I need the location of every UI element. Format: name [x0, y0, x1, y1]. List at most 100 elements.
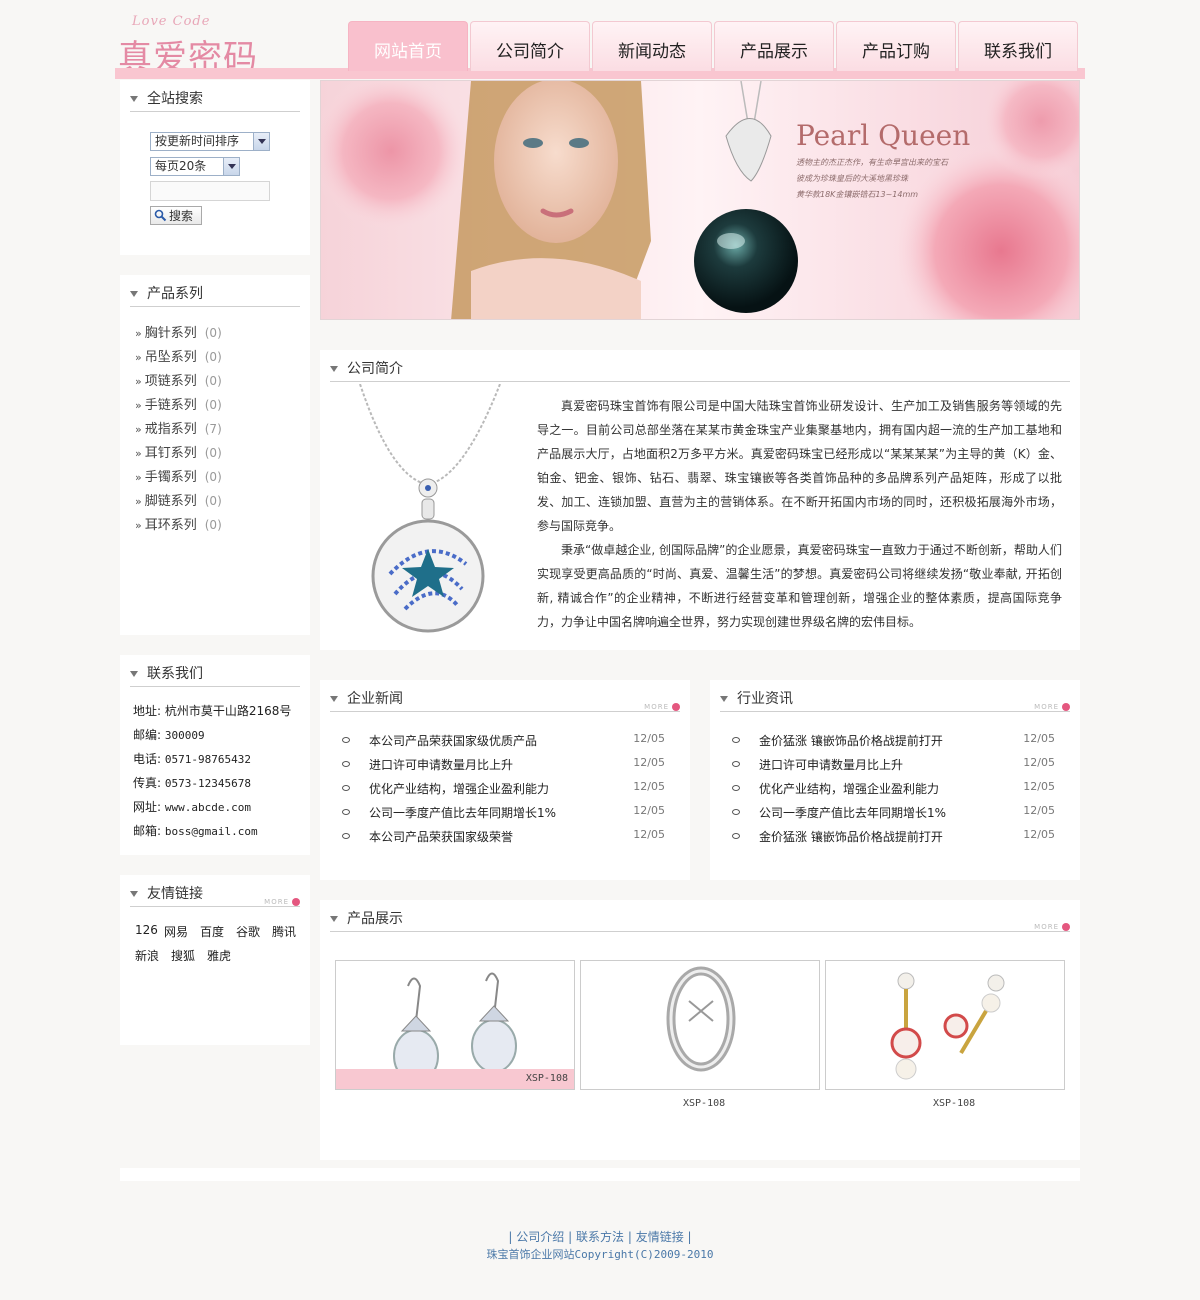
bullet-icon	[342, 809, 350, 815]
company-news-panel: 企业新闻 MORE 本公司产品荣获国家级优质产品 12/05 进口许可申请数量月比…	[320, 680, 690, 880]
news-item[interactable]: 金价猛涨 镶嵌饰品价格战提前打开 12/05	[732, 827, 1055, 847]
nav-tab-news[interactable]: 新闻动态	[592, 21, 712, 71]
bullet-icon	[342, 785, 350, 791]
triangle-down-icon	[130, 671, 138, 677]
nav-tab-order[interactable]: 产品订购	[836, 21, 956, 71]
sort-select[interactable]: 按更新时间排序	[150, 132, 270, 151]
search-button[interactable]: 搜索	[150, 206, 202, 225]
bullet-icon	[732, 785, 740, 791]
category-item[interactable]: » 耳钉系列 (0)	[135, 442, 222, 461]
news-item[interactable]: 公司一季度产值比去年同期增长1% 12/05	[732, 803, 1055, 823]
news-item[interactable]: 本公司产品荣获国家级优质产品 12/05	[342, 731, 665, 751]
news-item[interactable]: 公司一季度产值比去年同期增长1% 12/05	[342, 803, 665, 823]
friend-link[interactable]: 谷歌	[236, 923, 260, 940]
more-link[interactable]: MORE	[1034, 698, 1070, 716]
chevron-down-icon	[253, 133, 269, 150]
banner-line-1: 透物主的杰正杰作，有生命早宫出来的宝石	[796, 158, 948, 167]
bullet-icon	[342, 761, 350, 767]
product-caption-bar: XSP-108	[336, 1069, 574, 1089]
per-page-select[interactable]: 每页20条	[150, 157, 240, 176]
intro-paragraph: 真爱密码珠宝首饰有限公司是中国大陆珠宝首饰业研发设计、生产加工及销售服务等领域的…	[537, 399, 1062, 533]
news-item[interactable]: 优化产业结构，增强企业盈利能力 12/05	[732, 779, 1055, 799]
friend-link[interactable]: 搜狐	[171, 947, 195, 964]
company-news-title: 企业新闻 MORE	[330, 690, 680, 712]
search-panel-title: 全站搜索	[130, 90, 300, 112]
product-card[interactable]: XSP-108	[335, 960, 575, 1090]
contact-website: 网址: www.abcde.com	[133, 800, 251, 814]
footer-link-about[interactable]: 公司介绍	[516, 1230, 564, 1244]
footer-copyright: 珠宝首饰企业网站Copyright(C)2009-2010	[486, 1248, 714, 1261]
friend-link[interactable]: 百度	[200, 923, 224, 940]
arrow-circle-icon	[292, 898, 300, 906]
more-link[interactable]: MORE	[1034, 918, 1070, 936]
arrow-circle-icon	[1062, 703, 1070, 711]
news-item[interactable]: 进口许可申请数量月比上升 12/05	[342, 755, 665, 775]
category-item[interactable]: » 吊坠系列 (0)	[135, 346, 222, 365]
site-logo[interactable]: Love Code 真爱密码	[118, 12, 257, 78]
triangle-down-icon	[130, 891, 138, 897]
category-panel-title: 产品系列	[130, 285, 300, 307]
nav-tab-products[interactable]: 产品展示	[714, 21, 834, 71]
news-item[interactable]: 进口许可申请数量月比上升 12/05	[732, 755, 1055, 775]
news-item[interactable]: 金价猛涨 镶嵌饰品价格战提前打开 12/05	[732, 731, 1055, 751]
nav-tab-about[interactable]: 公司简介	[470, 21, 590, 71]
triangle-down-icon	[130, 291, 138, 297]
industry-news-panel: 行业资讯 MORE 金价猛涨 镶嵌饰品价格战提前打开 12/05 进口许可申请数量…	[710, 680, 1080, 880]
friend-link[interactable]: 网易	[164, 923, 188, 940]
contact-address: 地址: 杭州市莫干山路2168号	[133, 704, 292, 718]
main-nav: 网站首页 公司简介 新闻动态 产品展示 产品订购 联系我们	[348, 21, 1081, 71]
contact-email: 邮箱: boss@gmail.com	[133, 824, 258, 838]
category-item[interactable]: » 手镯系列 (0)	[135, 466, 222, 485]
content-bottom-strip	[120, 1168, 1080, 1181]
news-item[interactable]: 本公司产品荣获国家级荣誉 12/05	[342, 827, 665, 847]
search-panel: 全站搜索 按更新时间排序 每页20条 搜索	[120, 80, 310, 255]
ring-image	[666, 966, 736, 1072]
triangle-down-icon	[330, 366, 338, 372]
banner: Pearl Queen 透物主的杰正杰作，有生命早宫出来的宝石 彼成为珍珠皇后的…	[320, 80, 1080, 320]
category-item[interactable]: » 脚链系列 (0)	[135, 490, 222, 509]
more-link[interactable]: MORE	[264, 893, 300, 911]
double-chevron-icon: »	[135, 327, 142, 340]
bullet-icon	[732, 761, 740, 767]
search-input[interactable]	[150, 181, 270, 201]
product-card[interactable]	[825, 960, 1065, 1090]
nav-tab-home[interactable]: 网站首页	[348, 21, 468, 71]
footer-link-contact[interactable]: 联系方法	[576, 1230, 624, 1244]
contact-phone: 电话: 0571-98765432	[133, 752, 251, 766]
category-item[interactable]: » 手链系列 (0)	[135, 394, 222, 413]
category-item[interactable]: » 耳环系列 (0)	[135, 514, 222, 533]
more-link[interactable]: MORE	[644, 698, 680, 716]
bullet-icon	[732, 809, 740, 815]
category-item[interactable]: » 戒指系列 (7)	[135, 418, 222, 437]
intro-paragraph: 秉承“做卓越企业, 创国际品牌”的企业愿景，真爱密码珠宝一直致力于通过不断创新，…	[537, 543, 1062, 629]
friend-links-title: 友情链接 MORE	[130, 885, 300, 907]
double-chevron-icon: »	[135, 351, 142, 364]
bullet-icon	[342, 737, 350, 743]
product-card[interactable]	[580, 960, 820, 1090]
double-chevron-icon: »	[135, 519, 142, 532]
logo-script-text: Love Code	[132, 14, 211, 29]
friend-link[interactable]: 雅虎	[207, 947, 231, 964]
banner-title: Pearl Queen	[796, 119, 971, 152]
friend-link[interactable]: 126	[135, 923, 158, 937]
pendant-image	[359, 384, 501, 633]
double-chevron-icon: »	[135, 423, 142, 436]
product-code: XSP-108	[683, 1098, 726, 1109]
intro-panel: 公司简介 真爱密码珠宝首饰有限公司是中国大陆珠宝首饰业研发设计、生产加工及销售服…	[320, 350, 1080, 650]
friend-link[interactable]: 腾讯	[272, 923, 296, 940]
arrow-circle-icon	[1062, 923, 1070, 931]
banner-line-2: 彼成为珍珠皇后的大溪地黑珍珠	[796, 174, 908, 183]
friend-link[interactable]: 新浪	[135, 947, 159, 964]
products-panel-title: 产品展示 MORE	[330, 910, 1070, 932]
footer-link-friends[interactable]: 友情链接	[636, 1230, 684, 1244]
category-item[interactable]: » 项链系列 (0)	[135, 370, 222, 389]
search-icon	[154, 209, 167, 222]
double-chevron-icon: »	[135, 399, 142, 412]
news-item[interactable]: 优化产业结构，增强企业盈利能力 12/05	[342, 779, 665, 799]
bullet-icon	[342, 833, 350, 839]
arrow-circle-icon	[672, 703, 680, 711]
triangle-down-icon	[720, 696, 728, 702]
category-panel: 产品系列 » 胸针系列 (0) » 吊坠系列 (0) » 项链系列 (0) » 手链系列 (0)…	[120, 275, 310, 635]
nav-tab-contact[interactable]: 联系我们	[958, 21, 1078, 71]
category-item[interactable]: » 胸针系列 (0)	[135, 322, 222, 341]
